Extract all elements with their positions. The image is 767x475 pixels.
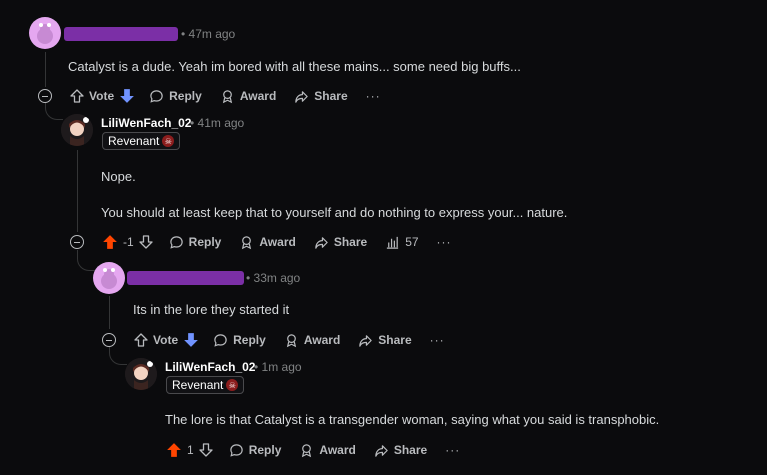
vote-label: Vote (89, 89, 115, 103)
comment-body: The lore is that Catalyst is a transgend… (165, 412, 660, 427)
vote-control: Vote (70, 88, 135, 104)
award-icon (242, 235, 252, 249)
reply-button[interactable]: Reply (229, 443, 282, 458)
avatar[interactable] (29, 17, 61, 49)
thread-elbow-3 (109, 347, 127, 365)
more-options-button[interactable]: ··· (437, 235, 452, 249)
reply-icon (169, 235, 183, 249)
award-icon (286, 333, 296, 347)
downvote-icon[interactable] (183, 332, 199, 348)
comment-actions: 1 Reply Award Share ··· (166, 440, 460, 460)
downvote-icon[interactable] (139, 235, 153, 249)
vote-label: Vote (153, 333, 179, 347)
upvote-icon[interactable] (102, 234, 118, 250)
vote-control: 1 (166, 442, 213, 458)
user-flair: Revenant ☠ (102, 132, 181, 150)
award-label: Award (259, 235, 296, 249)
collapse-button[interactable] (70, 235, 84, 249)
timestamp: • 1m ago (254, 360, 302, 374)
thread-line-2 (77, 150, 78, 232)
revenant-icon: ☠ (226, 379, 239, 391)
reply-label: Reply (188, 235, 222, 249)
comment-body-line: Nope. (101, 169, 136, 184)
reply-button[interactable]: Reply (149, 89, 202, 104)
thread-line-1 (45, 52, 46, 87)
comment-actions: Vote Reply Award Share ··· (134, 330, 445, 350)
share-icon (295, 90, 309, 103)
insights-icon (387, 236, 399, 249)
insights-count: 57 (405, 235, 419, 249)
reply-icon (150, 89, 163, 103)
share-button[interactable]: Share (294, 89, 348, 104)
reply-button[interactable]: Reply (213, 333, 266, 348)
avatar[interactable] (125, 358, 157, 390)
reply-icon (214, 333, 227, 347)
upvote-icon[interactable] (134, 333, 148, 347)
timestamp: • 47m ago (181, 27, 236, 41)
award-button[interactable]: Award (239, 235, 296, 250)
redacted-username (127, 271, 244, 285)
collapse-button[interactable] (38, 89, 52, 103)
award-label: Award (319, 443, 356, 457)
award-label: Award (303, 333, 341, 347)
flair-label: Revenant (172, 378, 224, 392)
share-icon (359, 334, 373, 347)
more-options-button[interactable]: ··· (366, 89, 381, 103)
award-icon (302, 443, 312, 457)
avatar[interactable] (93, 262, 125, 294)
reply-button[interactable]: Reply (169, 235, 222, 250)
share-icon (315, 236, 328, 249)
more-options-button[interactable]: ··· (430, 333, 445, 347)
share-label: Share (378, 333, 412, 347)
share-label: Share (314, 89, 348, 103)
upvote-icon[interactable] (70, 89, 84, 103)
thread-elbow-1 (45, 103, 63, 120)
timestamp: • 33m ago (246, 271, 301, 285)
reply-label: Reply (169, 89, 202, 103)
award-label: Award (239, 89, 277, 103)
downvote-icon[interactable] (119, 88, 135, 104)
timestamp: • 41m ago (190, 116, 245, 130)
share-icon (375, 444, 388, 457)
comment-actions: -1 Reply Award Share 57 ··· (102, 232, 452, 252)
collapse-button[interactable] (102, 333, 116, 347)
share-button[interactable]: Share (358, 333, 412, 348)
upvote-icon[interactable] (166, 442, 182, 458)
redacted-username (64, 27, 178, 41)
award-button[interactable]: Award (220, 89, 276, 104)
insights-button[interactable]: 57 (385, 235, 419, 250)
comment-body: Its in the lore they started it (133, 302, 290, 317)
share-button[interactable]: Share (314, 235, 367, 250)
vote-score: 1 (187, 443, 194, 457)
revenant-icon: ☠ (162, 135, 175, 147)
reply-label: Reply (233, 333, 266, 347)
vote-score: -1 (123, 235, 134, 249)
more-options-button[interactable]: ··· (445, 443, 460, 457)
avatar[interactable] (61, 114, 93, 146)
comment-body: Catalyst is a dude. Yeah im bored with a… (68, 59, 521, 74)
thread-elbow-2 (77, 250, 95, 271)
downvote-icon[interactable] (199, 443, 213, 457)
share-button[interactable]: Share (374, 443, 427, 458)
flair-label: Revenant (108, 134, 160, 148)
username[interactable]: LiliWenFach_02 (101, 116, 191, 130)
award-button[interactable]: Award (299, 443, 356, 458)
comment-body-line: You should at least keep that to yoursel… (101, 205, 568, 220)
username[interactable]: LiliWenFach_02 (165, 360, 255, 374)
reply-label: Reply (248, 443, 282, 457)
reply-icon (229, 443, 243, 457)
comment-actions: Vote Reply Award Share ··· (70, 86, 381, 106)
vote-control: -1 (102, 234, 153, 250)
award-button[interactable]: Award (284, 333, 340, 348)
share-label: Share (393, 443, 428, 457)
thread-line-3 (109, 296, 110, 329)
vote-control: Vote (134, 332, 199, 348)
user-flair: Revenant ☠ (166, 376, 245, 394)
award-icon (222, 89, 232, 103)
share-label: Share (333, 235, 368, 249)
